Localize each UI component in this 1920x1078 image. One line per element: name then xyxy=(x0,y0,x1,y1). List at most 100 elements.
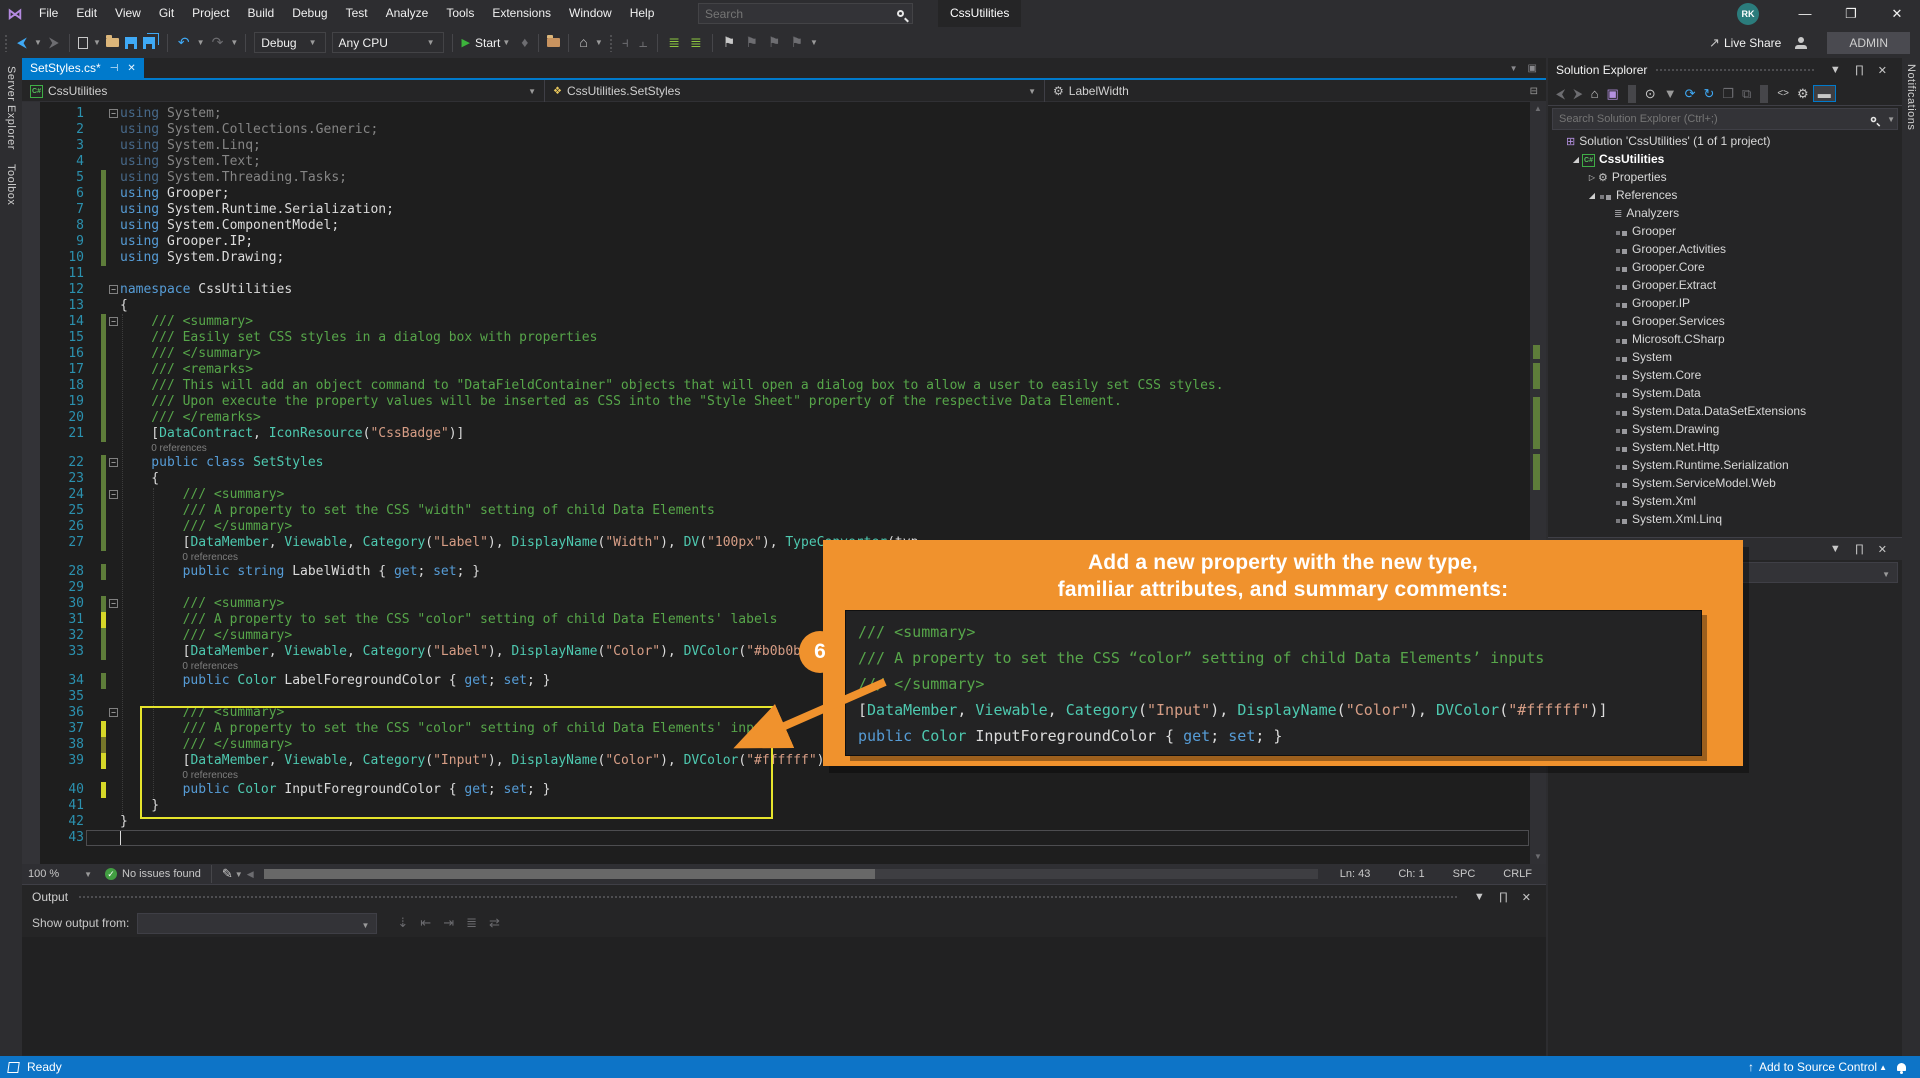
breadcrumb-type[interactable]: ❖ CssUtilities.SetStyles▼ xyxy=(545,80,1045,102)
pin-icon[interactable]: ⊣ xyxy=(110,63,119,74)
output-content[interactable] xyxy=(22,937,1546,1055)
find-message-icon[interactable]: ⇣ xyxy=(391,915,414,931)
tree-item-properties[interactable]: ▷⚙Properties xyxy=(1548,168,1902,186)
menu-item-debug[interactable]: Debug xyxy=(283,0,336,27)
redo-dropdown[interactable]: ▼ xyxy=(228,38,240,47)
home-icon[interactable]: ⌂ xyxy=(1587,86,1603,101)
tree-item-system-data[interactable]: System.Data xyxy=(1548,384,1902,402)
previous-bookmark-icon[interactable]: ⚑ xyxy=(741,30,762,55)
navigate-forward-icon[interactable]: ⮞ xyxy=(45,30,63,55)
fold-collapse-icon[interactable]: − xyxy=(109,109,118,118)
bookmark-icon[interactable]: ⚑ xyxy=(719,30,740,55)
add-to-source-control-button[interactable]: Add to Source Control xyxy=(1759,1060,1877,1074)
notifications-tab[interactable]: Notifications xyxy=(1905,64,1917,130)
hot-reload-icon[interactable]: ♦ xyxy=(517,30,532,55)
avatar[interactable]: RK xyxy=(1737,3,1759,25)
code-line-17[interactable]: 17/// <remarks> xyxy=(22,362,1546,378)
code-line-7[interactable]: 7using System.Runtime.Serialization; xyxy=(22,202,1546,218)
tree-item-system[interactable]: System xyxy=(1548,348,1902,366)
pin-icon[interactable]: ∏ xyxy=(1848,64,1871,76)
tree-expander-icon[interactable]: ◢ xyxy=(1570,155,1582,164)
code-line-12[interactable]: 12−namespace CssUtilities xyxy=(22,282,1546,298)
home-icon[interactable]: ⌂ xyxy=(575,30,591,55)
properties-icon[interactable]: ⚙ xyxy=(1793,86,1813,102)
code-line-10[interactable]: 10using System.Drawing; xyxy=(22,250,1546,266)
maximize-button[interactable]: ❐ xyxy=(1828,0,1874,27)
tree-item-references[interactable]: ◢References xyxy=(1548,186,1902,204)
tree-item-grooper-ip[interactable]: Grooper.IP xyxy=(1548,294,1902,312)
new-file-icon[interactable] xyxy=(78,37,88,49)
code-line-15[interactable]: 15/// Easily set CSS styles in a dialog … xyxy=(22,330,1546,346)
tree-item-grooper-services[interactable]: Grooper.Services xyxy=(1548,312,1902,330)
menu-item-extensions[interactable]: Extensions xyxy=(483,0,560,27)
clear-bookmarks-icon[interactable]: ⚑ xyxy=(786,30,807,55)
home-dropdown[interactable]: ▼ xyxy=(593,38,605,47)
code-line-24[interactable]: 24−/// <summary> xyxy=(22,487,1546,503)
next-message-icon[interactable]: ⇥ xyxy=(437,915,460,931)
collapse-all-icon[interactable]: ❐ xyxy=(1718,86,1738,102)
code-line-42[interactable]: 42} xyxy=(22,814,1546,830)
open-file-icon[interactable] xyxy=(106,38,119,47)
tree-item-grooper-core[interactable]: Grooper.Core xyxy=(1548,258,1902,276)
code-line-23[interactable]: 23{ xyxy=(22,471,1546,487)
show-all-files-icon[interactable]: ⧉ xyxy=(1738,86,1755,102)
start-debug-button[interactable]: ▶Start▼ xyxy=(458,36,517,50)
fold-collapse-icon[interactable]: − xyxy=(109,490,118,499)
tree-item-grooper-activities[interactable]: Grooper.Activities xyxy=(1548,240,1902,258)
fold-collapse-icon[interactable]: − xyxy=(109,458,118,467)
preview-selected-items-icon[interactable]: ▬ xyxy=(1813,85,1836,102)
toolbox-tab[interactable]: Toolbox xyxy=(5,164,17,205)
person-icon[interactable] xyxy=(1795,37,1807,49)
forward-icon[interactable]: ⮞ xyxy=(1569,86,1586,102)
tree-expander-icon[interactable]: ◢ xyxy=(1586,191,1598,200)
zoom-select[interactable]: 100 %▼ xyxy=(22,864,100,884)
tree-item-cssutilities[interactable]: ◢C#CssUtilities xyxy=(1548,150,1902,168)
tree-expander-icon[interactable]: ▷ xyxy=(1586,173,1598,182)
output-source-select[interactable]: ▼ xyxy=(137,913,377,934)
panel-dropdown-icon[interactable]: ▼ xyxy=(1823,543,1848,555)
close-panel-icon[interactable]: ✕ xyxy=(1871,543,1894,556)
space-indicator[interactable]: SPC xyxy=(1439,868,1490,880)
code-line-3[interactable]: 3using System.Linq; xyxy=(22,138,1546,154)
source-control-dropdown[interactable]: ▲ xyxy=(1877,1063,1889,1072)
active-files-dropdown-icon[interactable]: ▼ xyxy=(1505,64,1523,73)
save-icon[interactable] xyxy=(125,37,137,49)
menu-item-build[interactable]: Build xyxy=(239,0,284,27)
code-cleanup-dropdown[interactable]: ▼ xyxy=(233,870,245,879)
code-line-4[interactable]: 4using System.Text; xyxy=(22,154,1546,170)
toolbar-grip[interactable] xyxy=(4,34,8,52)
horizontal-scroll-thumb[interactable] xyxy=(264,869,875,879)
code-line-14[interactable]: 14−/// <summary> xyxy=(22,314,1546,330)
clear-all-icon[interactable]: ≣ xyxy=(460,915,483,931)
view-code-icon[interactable]: <> xyxy=(1773,88,1793,99)
close-panel-icon[interactable]: ✕ xyxy=(1871,64,1894,77)
switch-views-icon[interactable]: ▣ xyxy=(1603,86,1623,102)
menu-item-tools[interactable]: Tools xyxy=(437,0,483,27)
code-line-13[interactable]: 13{ xyxy=(22,298,1546,314)
menu-item-project[interactable]: Project xyxy=(183,0,238,27)
tree-item-system-core[interactable]: System.Core xyxy=(1548,366,1902,384)
codelens-references[interactable]: 0 references xyxy=(22,442,1546,455)
close-panel-icon[interactable]: ✕ xyxy=(1515,891,1538,904)
undo-dropdown[interactable]: ▼ xyxy=(195,38,207,47)
previous-message-icon[interactable]: ⇤ xyxy=(414,915,437,931)
tree-item-system-drawing[interactable]: System.Drawing xyxy=(1548,420,1902,438)
column-indicator[interactable]: Ch: 1 xyxy=(1384,868,1438,880)
code-line-1[interactable]: 1−using System; xyxy=(22,106,1546,122)
fold-collapse-icon[interactable]: − xyxy=(109,599,118,608)
pin-icon[interactable]: ∏ xyxy=(1848,543,1871,555)
scroll-up-icon[interactable]: ▲ xyxy=(1530,102,1546,116)
fold-collapse-icon[interactable]: − xyxy=(109,317,118,326)
split-editor-icon[interactable]: ⊟ xyxy=(1528,86,1540,97)
solution-configuration-select[interactable]: Debug▼ xyxy=(254,32,325,53)
search-options-icon[interactable]: ▼ xyxy=(1885,115,1897,124)
sync-with-active-document-icon[interactable]: ↻ xyxy=(1699,86,1718,102)
menu-item-analyze[interactable]: Analyze xyxy=(377,0,438,27)
tree-item-system-xml[interactable]: System.Xml xyxy=(1548,492,1902,510)
code-line-6[interactable]: 6using Grooper; xyxy=(22,186,1546,202)
new-file-dropdown[interactable]: ▼ xyxy=(91,38,103,47)
bell-icon[interactable] xyxy=(1897,1063,1906,1071)
code-line-26[interactable]: 26/// </summary> xyxy=(22,519,1546,535)
tree-item-system-net-http[interactable]: System.Net.Http xyxy=(1548,438,1902,456)
code-cleanup-icon[interactable]: ✎ xyxy=(222,866,233,882)
